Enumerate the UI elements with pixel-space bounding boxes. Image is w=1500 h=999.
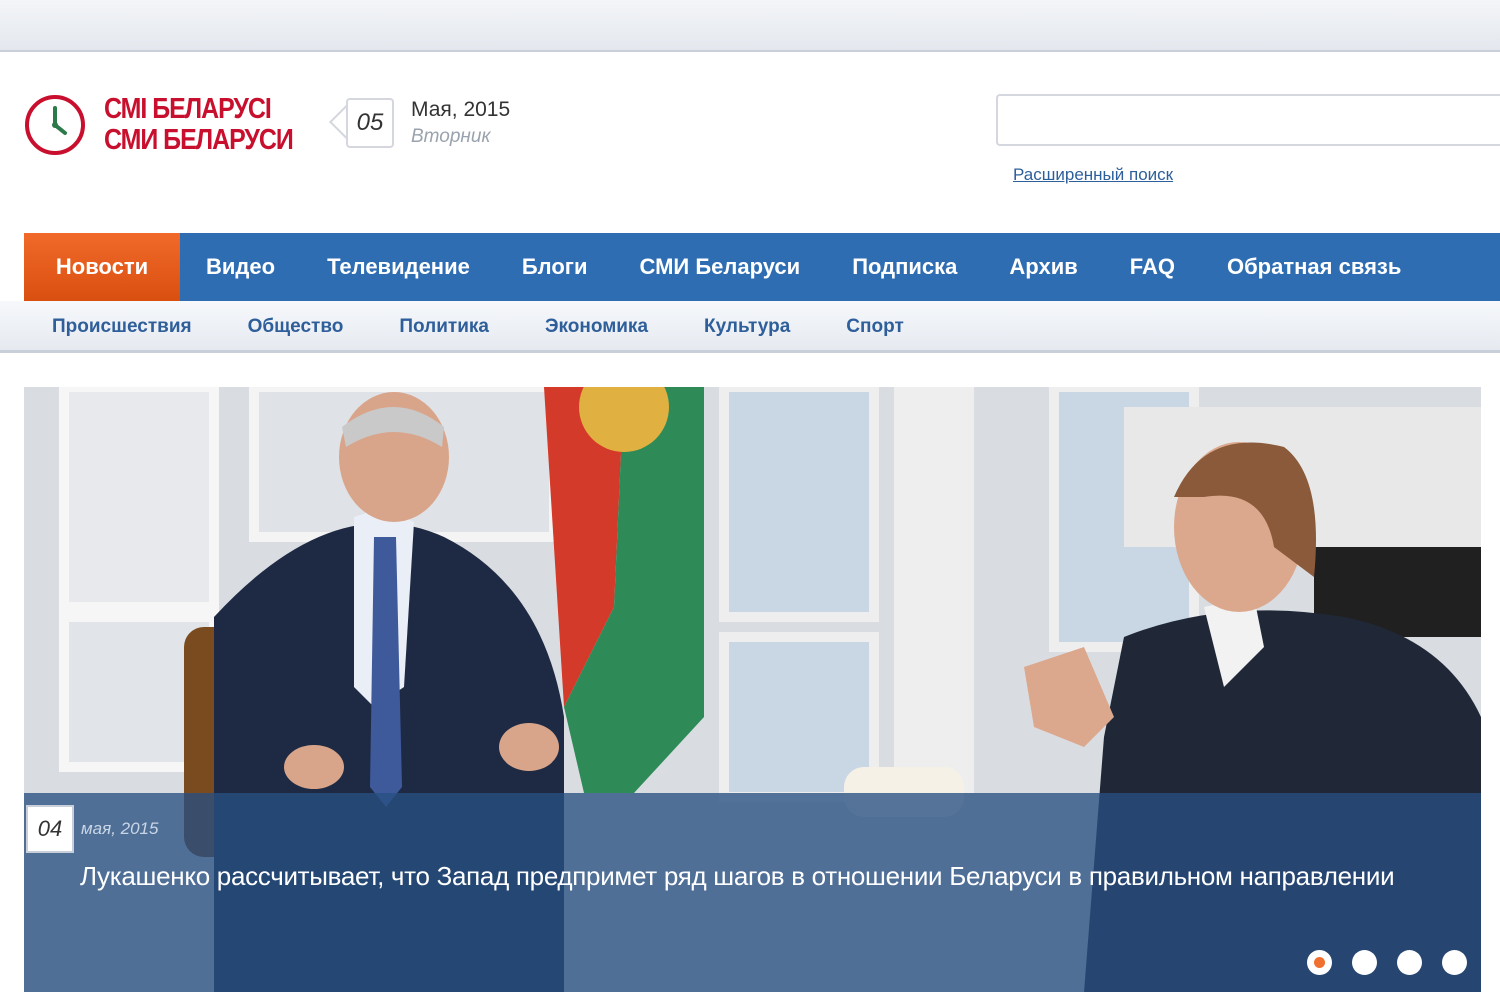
date-month-year: Мая, 2015	[411, 98, 511, 121]
subnav-item-3[interactable]: Экономика	[517, 316, 676, 338]
site-header: СМІ БЕЛАРУСІ СМИ БЕЛАРУСИ 05 Мая, 2015 В…	[0, 52, 1500, 233]
clock-logo-icon	[25, 95, 85, 155]
logo-text: СМІ БЕЛАРУСІ СМИ БЕЛАРУСИ	[104, 93, 294, 156]
nav-item-8[interactable]: Обратная связь	[1201, 233, 1427, 301]
nav-item-7[interactable]: FAQ	[1104, 233, 1201, 301]
nav-item-4[interactable]: СМИ Беларуси	[613, 233, 826, 301]
nav-item-6[interactable]: Архив	[983, 233, 1103, 301]
search-input[interactable]	[996, 94, 1500, 146]
date-weekday: Вторник	[411, 126, 491, 147]
nav-item-1[interactable]: Видео	[180, 233, 301, 301]
subnav-item-0[interactable]: Происшествия	[24, 316, 220, 338]
subnav-item-1[interactable]: Общество	[220, 316, 372, 338]
logo-line-ru: СМИ БЕЛАРУСИ	[104, 124, 294, 156]
slide-date: мая, 2015	[81, 819, 159, 838]
slider-dot-3[interactable]	[1397, 950, 1422, 975]
date-day: 05	[346, 98, 394, 148]
nav-item-0[interactable]: Новости	[24, 233, 180, 301]
subnav-item-2[interactable]: Политика	[371, 316, 517, 338]
nav-item-2[interactable]: Телевидение	[301, 233, 496, 301]
slider-dots	[1307, 950, 1467, 975]
sub-nav: Происшествия Общество Политика Экономика Кул…	[0, 301, 1500, 353]
logo-line-be: СМІ БЕЛАРУСІ	[104, 93, 272, 125]
slider-dot-4[interactable]	[1442, 950, 1467, 975]
browser-top-strip	[0, 0, 1500, 52]
nav-item-5[interactable]: Подписка	[826, 233, 983, 301]
advanced-search-link[interactable]: Расширенный поиск	[1013, 165, 1173, 185]
main-nav: Новости Видео Телевидение Блоги СМИ Беларуси…	[24, 233, 1500, 301]
slide-date-day: 04	[26, 805, 74, 853]
news-slider[interactable]: 04 мая, 2015 Лукашенко рассчитывает, что…	[24, 387, 1481, 992]
subnav-item-4[interactable]: Культура	[676, 316, 818, 338]
site-logo[interactable]: СМІ БЕЛАРУСІ СМИ БЕЛАРУСИ	[24, 94, 323, 156]
sub-nav-items: Происшествия Общество Политика Экономика Кул…	[24, 301, 932, 353]
subnav-item-5[interactable]: Спорт	[818, 316, 931, 338]
nav-item-3[interactable]: Блоги	[496, 233, 614, 301]
slider-dot-1[interactable]	[1307, 950, 1332, 975]
slide-caption-overlay	[24, 793, 1481, 992]
date-badge: 05	[329, 98, 394, 148]
slide-title[interactable]: Лукашенко рассчитывает, что Запад предпр…	[80, 861, 1400, 892]
slider-dot-2[interactable]	[1352, 950, 1377, 975]
